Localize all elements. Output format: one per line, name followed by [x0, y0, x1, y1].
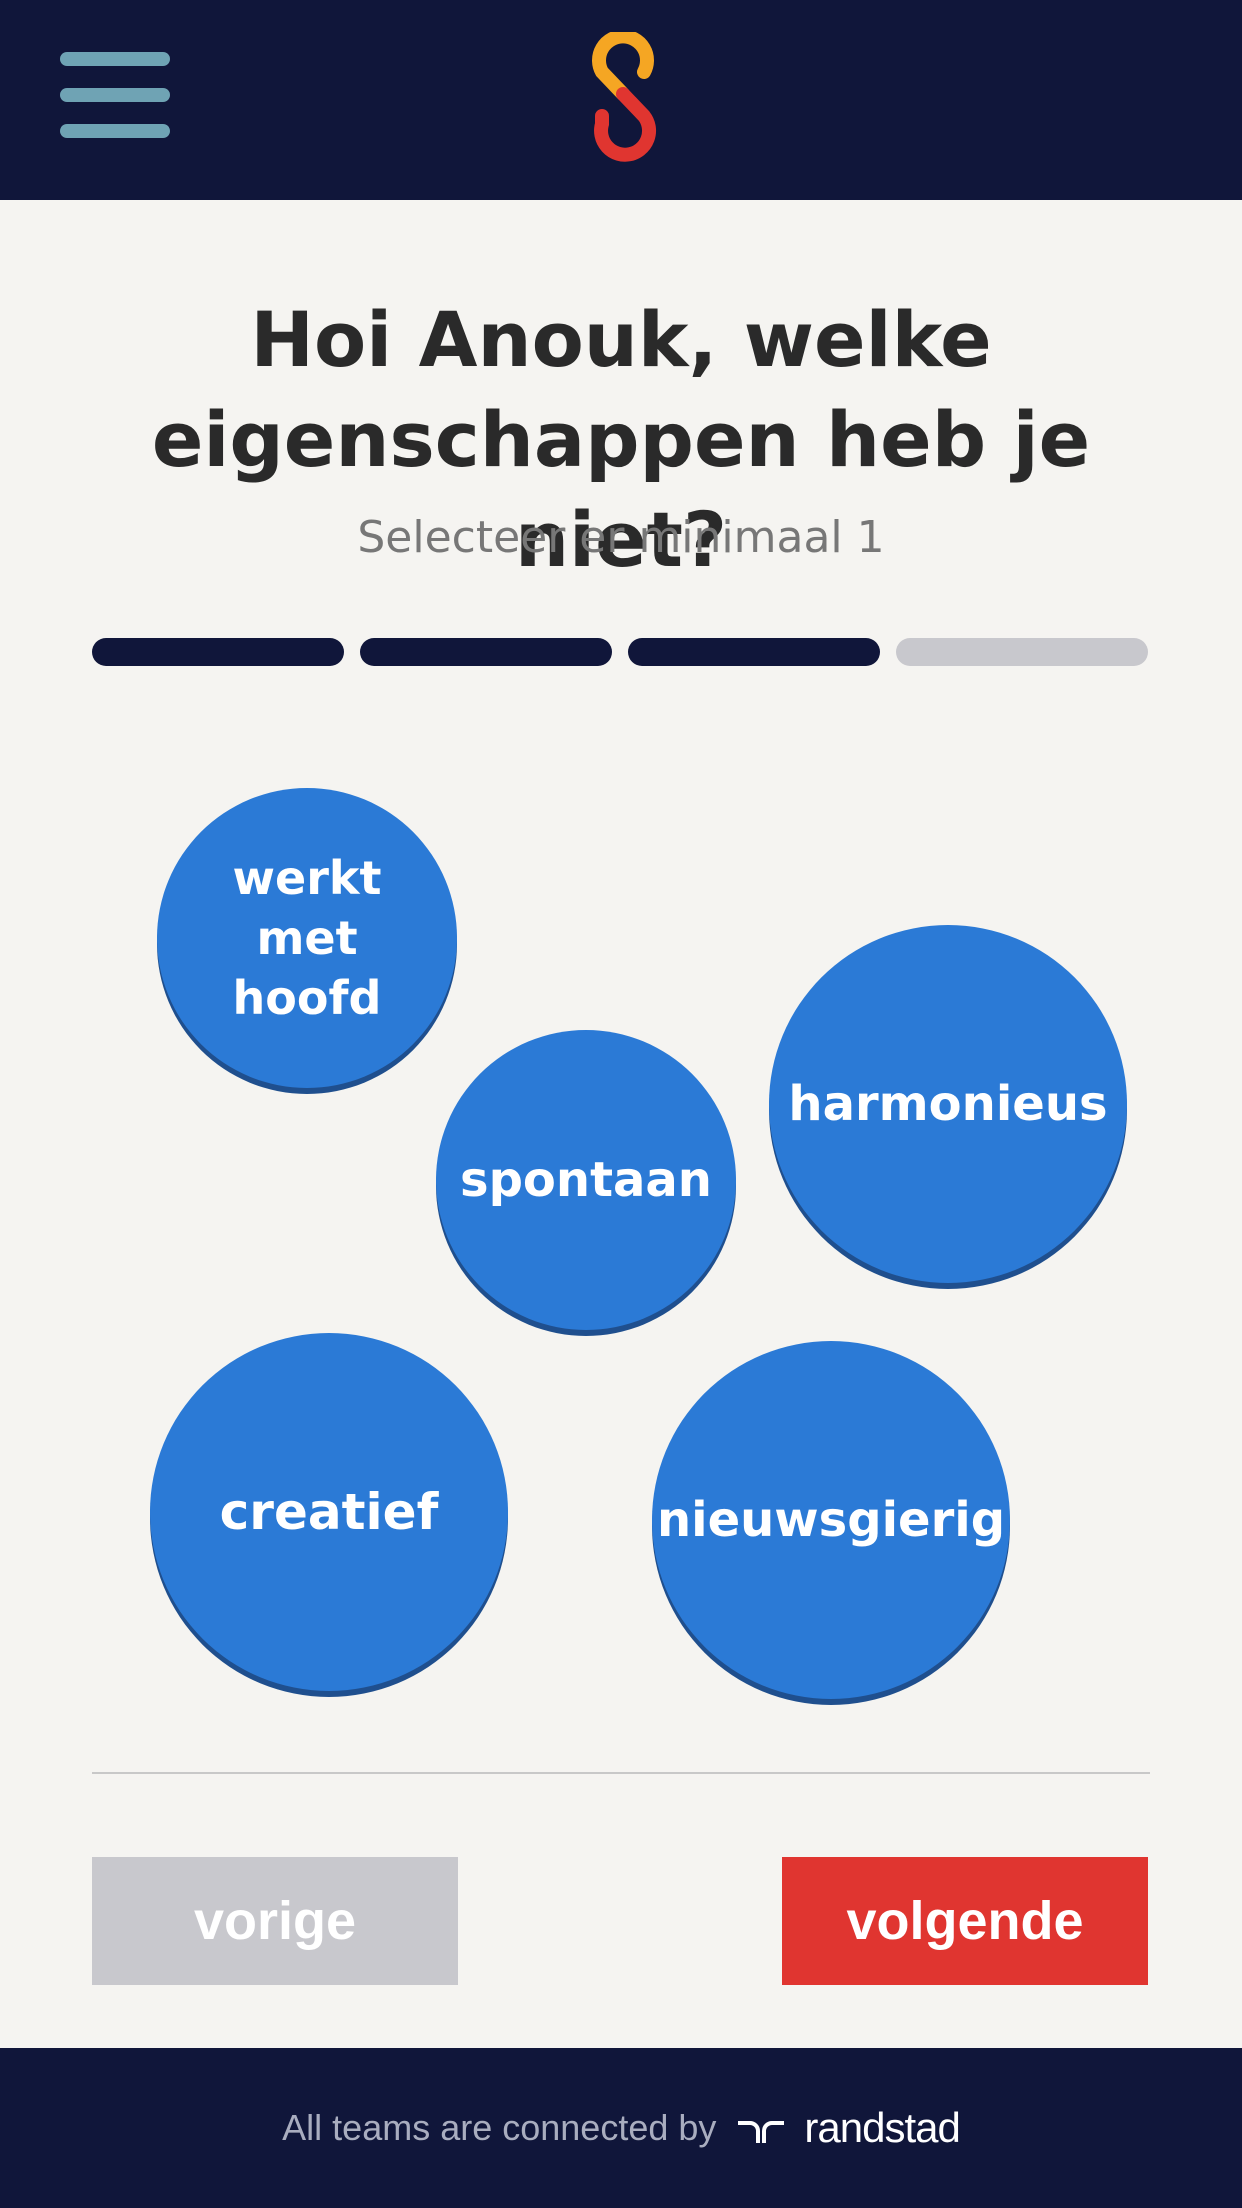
randstad-logo-icon	[738, 2121, 785, 2143]
footer-text: All teams are connected by	[282, 2107, 717, 2148]
progress-step-2	[360, 638, 612, 666]
footer: All teams are connected by randstad	[0, 2048, 1242, 2208]
question-subtitle: Selecteer er minimaal 1	[357, 512, 885, 563]
randstad-brand-name: randstad	[804, 2104, 960, 2151]
trait-label-line-1: werkt	[232, 851, 382, 905]
menu-line	[60, 88, 170, 102]
progress-step-3	[628, 638, 880, 666]
hamburger-menu-icon[interactable]	[60, 52, 170, 142]
trait-label-line-3: hoofd	[232, 971, 382, 1025]
trait-bubble-creatief[interactable]: creatief	[150, 1333, 508, 1691]
previous-button[interactable]: vorige	[92, 1857, 458, 1985]
app-logo-icon	[592, 32, 657, 162]
divider	[92, 1772, 1150, 1774]
trait-bubble-spontaan[interactable]: spontaan	[436, 1030, 736, 1330]
title-line-1: Hoi Anouk, welke	[250, 295, 992, 384]
next-button[interactable]: volgende	[782, 1857, 1148, 1985]
progress-step-4	[896, 638, 1148, 666]
trait-label: harmonieus	[788, 1076, 1108, 1132]
trait-label: werkt met hoofd	[233, 848, 382, 1028]
progress-step-1	[92, 638, 344, 666]
trait-label: spontaan	[460, 1152, 712, 1208]
menu-line	[60, 52, 170, 66]
trait-bubble-harmonieus[interactable]: harmonieus	[769, 925, 1127, 1283]
trait-bubble-nieuwsgierig[interactable]: nieuwsgierig	[652, 1341, 1010, 1699]
trait-label: nieuwsgierig	[656, 1492, 1006, 1548]
trait-label-line-2: met	[256, 911, 358, 965]
progress-bar	[92, 638, 1148, 666]
trait-label: creatief	[219, 1483, 439, 1541]
trait-bubble-werkt-met-hoofd[interactable]: werkt met hoofd	[157, 788, 457, 1088]
menu-line	[60, 124, 170, 138]
top-bar	[0, 0, 1242, 200]
